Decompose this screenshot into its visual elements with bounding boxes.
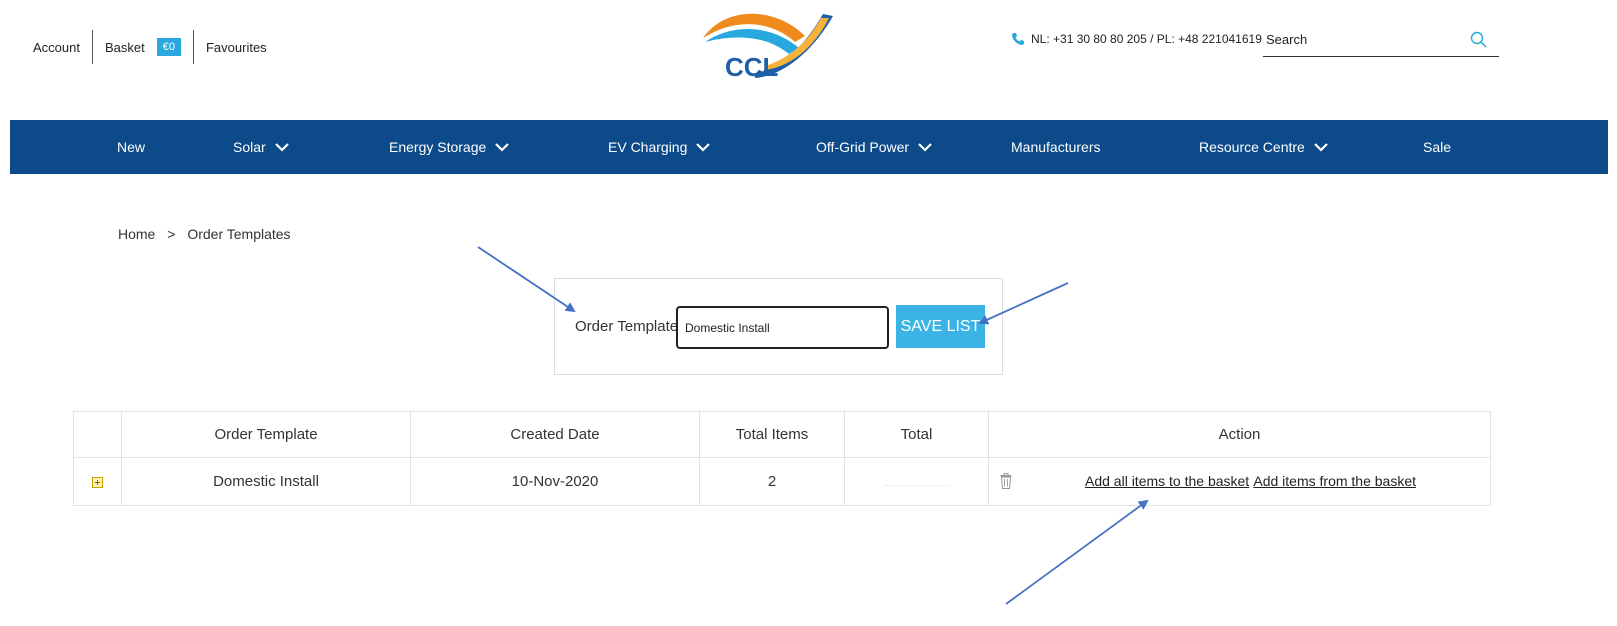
nav-item-new[interactable]: New <box>117 120 145 174</box>
action-links: Add all items to the basket Add items fr… <box>1085 473 1416 490</box>
chevron-down-icon <box>1314 143 1328 152</box>
nav-item-off-grid-power[interactable]: Off-Grid Power <box>816 120 932 174</box>
nav-item-sale[interactable]: Sale <box>1423 120 1451 174</box>
nav-item-label: Sale <box>1423 139 1452 155</box>
table-header-created-date: Created Date <box>410 411 700 458</box>
chevron-down-icon <box>918 143 932 152</box>
divider <box>91 30 93 64</box>
chevron-down-icon <box>495 143 510 152</box>
order-templates-table: Order Template Created Date Total Items … <box>73 411 1491 506</box>
phone-numbers: NL: +31 30 80 80 205 / PL: +48 221041619 <box>1031 32 1262 46</box>
nav-item-label: Energy Storage <box>389 139 487 155</box>
table-header-order-template: Order Template <box>121 411 411 458</box>
total-items-cell: 2 <box>699 457 845 506</box>
total-cell <box>844 457 989 506</box>
favourites-link[interactable]: Favourites <box>206 40 267 55</box>
nav-item-energy-storage[interactable]: Energy Storage <box>389 120 510 174</box>
nav-item-label: Manufacturers <box>1011 139 1101 155</box>
nav-item-label: EV Charging <box>608 139 688 155</box>
nav-item-ev-charging[interactable]: EV Charging <box>608 120 711 174</box>
logo-text: CCL <box>725 52 779 80</box>
table-row: Domestic Install 10-Nov-2020 2 Add all i… <box>73 457 1491 506</box>
total-value <box>883 476 950 486</box>
action-cell: Add all items to the basket Add items fr… <box>988 457 1491 506</box>
chevron-down-icon <box>696 143 711 152</box>
nav-item-label: New <box>117 139 146 155</box>
nav-item-label: Resource Centre <box>1199 139 1305 155</box>
phone-icon <box>1012 33 1024 45</box>
nav-item-label: Solar <box>233 139 266 155</box>
table-header-row: Order Template Created Date Total Items … <box>73 411 1491 458</box>
order-template-label: Order Template <box>575 318 679 335</box>
trash-icon[interactable] <box>1000 473 1012 489</box>
nav-item-solar[interactable]: Solar <box>233 120 289 174</box>
table-header-action: Action <box>988 411 1491 458</box>
add-items-from-basket-link[interactable]: Add items from the basket <box>1253 473 1416 489</box>
table-header-total-items: Total Items <box>699 411 845 458</box>
logo-mark-icon: CCL <box>703 13 833 82</box>
nav-item-label: Off-Grid Power <box>816 139 910 155</box>
search-icon[interactable] <box>1470 31 1487 48</box>
nav-item-resource-centre[interactable]: Resource Centre <box>1199 120 1328 174</box>
table-header-total: Total <box>844 411 989 458</box>
save-list-button[interactable]: SAVE LIST <box>896 305 985 348</box>
table-header-expand <box>73 411 122 458</box>
template-name-cell: Domestic Install <box>121 457 411 506</box>
expand-cell <box>73 457 122 506</box>
breadcrumb-home-link[interactable]: Home <box>118 226 155 242</box>
basket-amount-badge[interactable]: €0 <box>156 38 181 56</box>
created-date-cell: 10-Nov-2020 <box>410 457 700 506</box>
annotation-arrow-to-add-all-link <box>1005 499 1149 605</box>
add-all-items-to-basket-link[interactable]: Add all items to the basket <box>1085 473 1249 489</box>
chevron-down-icon <box>274 143 289 152</box>
ccl-logo[interactable]: CCL <box>695 8 840 82</box>
search-box <box>1263 24 1499 57</box>
search-input[interactable] <box>1263 24 1453 54</box>
order-template-form: Order Template SAVE LIST <box>554 278 1003 375</box>
account-links: Account Basket €0 Favourites <box>33 30 267 64</box>
divider <box>192 30 194 64</box>
breadcrumb-current: Order Templates <box>187 226 291 242</box>
nav-item-manufacturers[interactable]: Manufacturers <box>1011 120 1100 174</box>
order-template-input[interactable] <box>676 306 889 349</box>
main-nav: New Solar Energy Storage EV Charging Off… <box>10 120 1608 174</box>
breadcrumb: Home > Order Templates <box>118 226 291 242</box>
expand-plus-icon[interactable] <box>92 476 103 488</box>
account-link[interactable]: Account <box>33 40 80 55</box>
basket-link[interactable]: Basket <box>105 40 145 55</box>
phone-contact: NL: +31 30 80 80 205 / PL: +48 221041619 <box>1011 32 1262 46</box>
breadcrumb-separator: > <box>167 226 176 242</box>
